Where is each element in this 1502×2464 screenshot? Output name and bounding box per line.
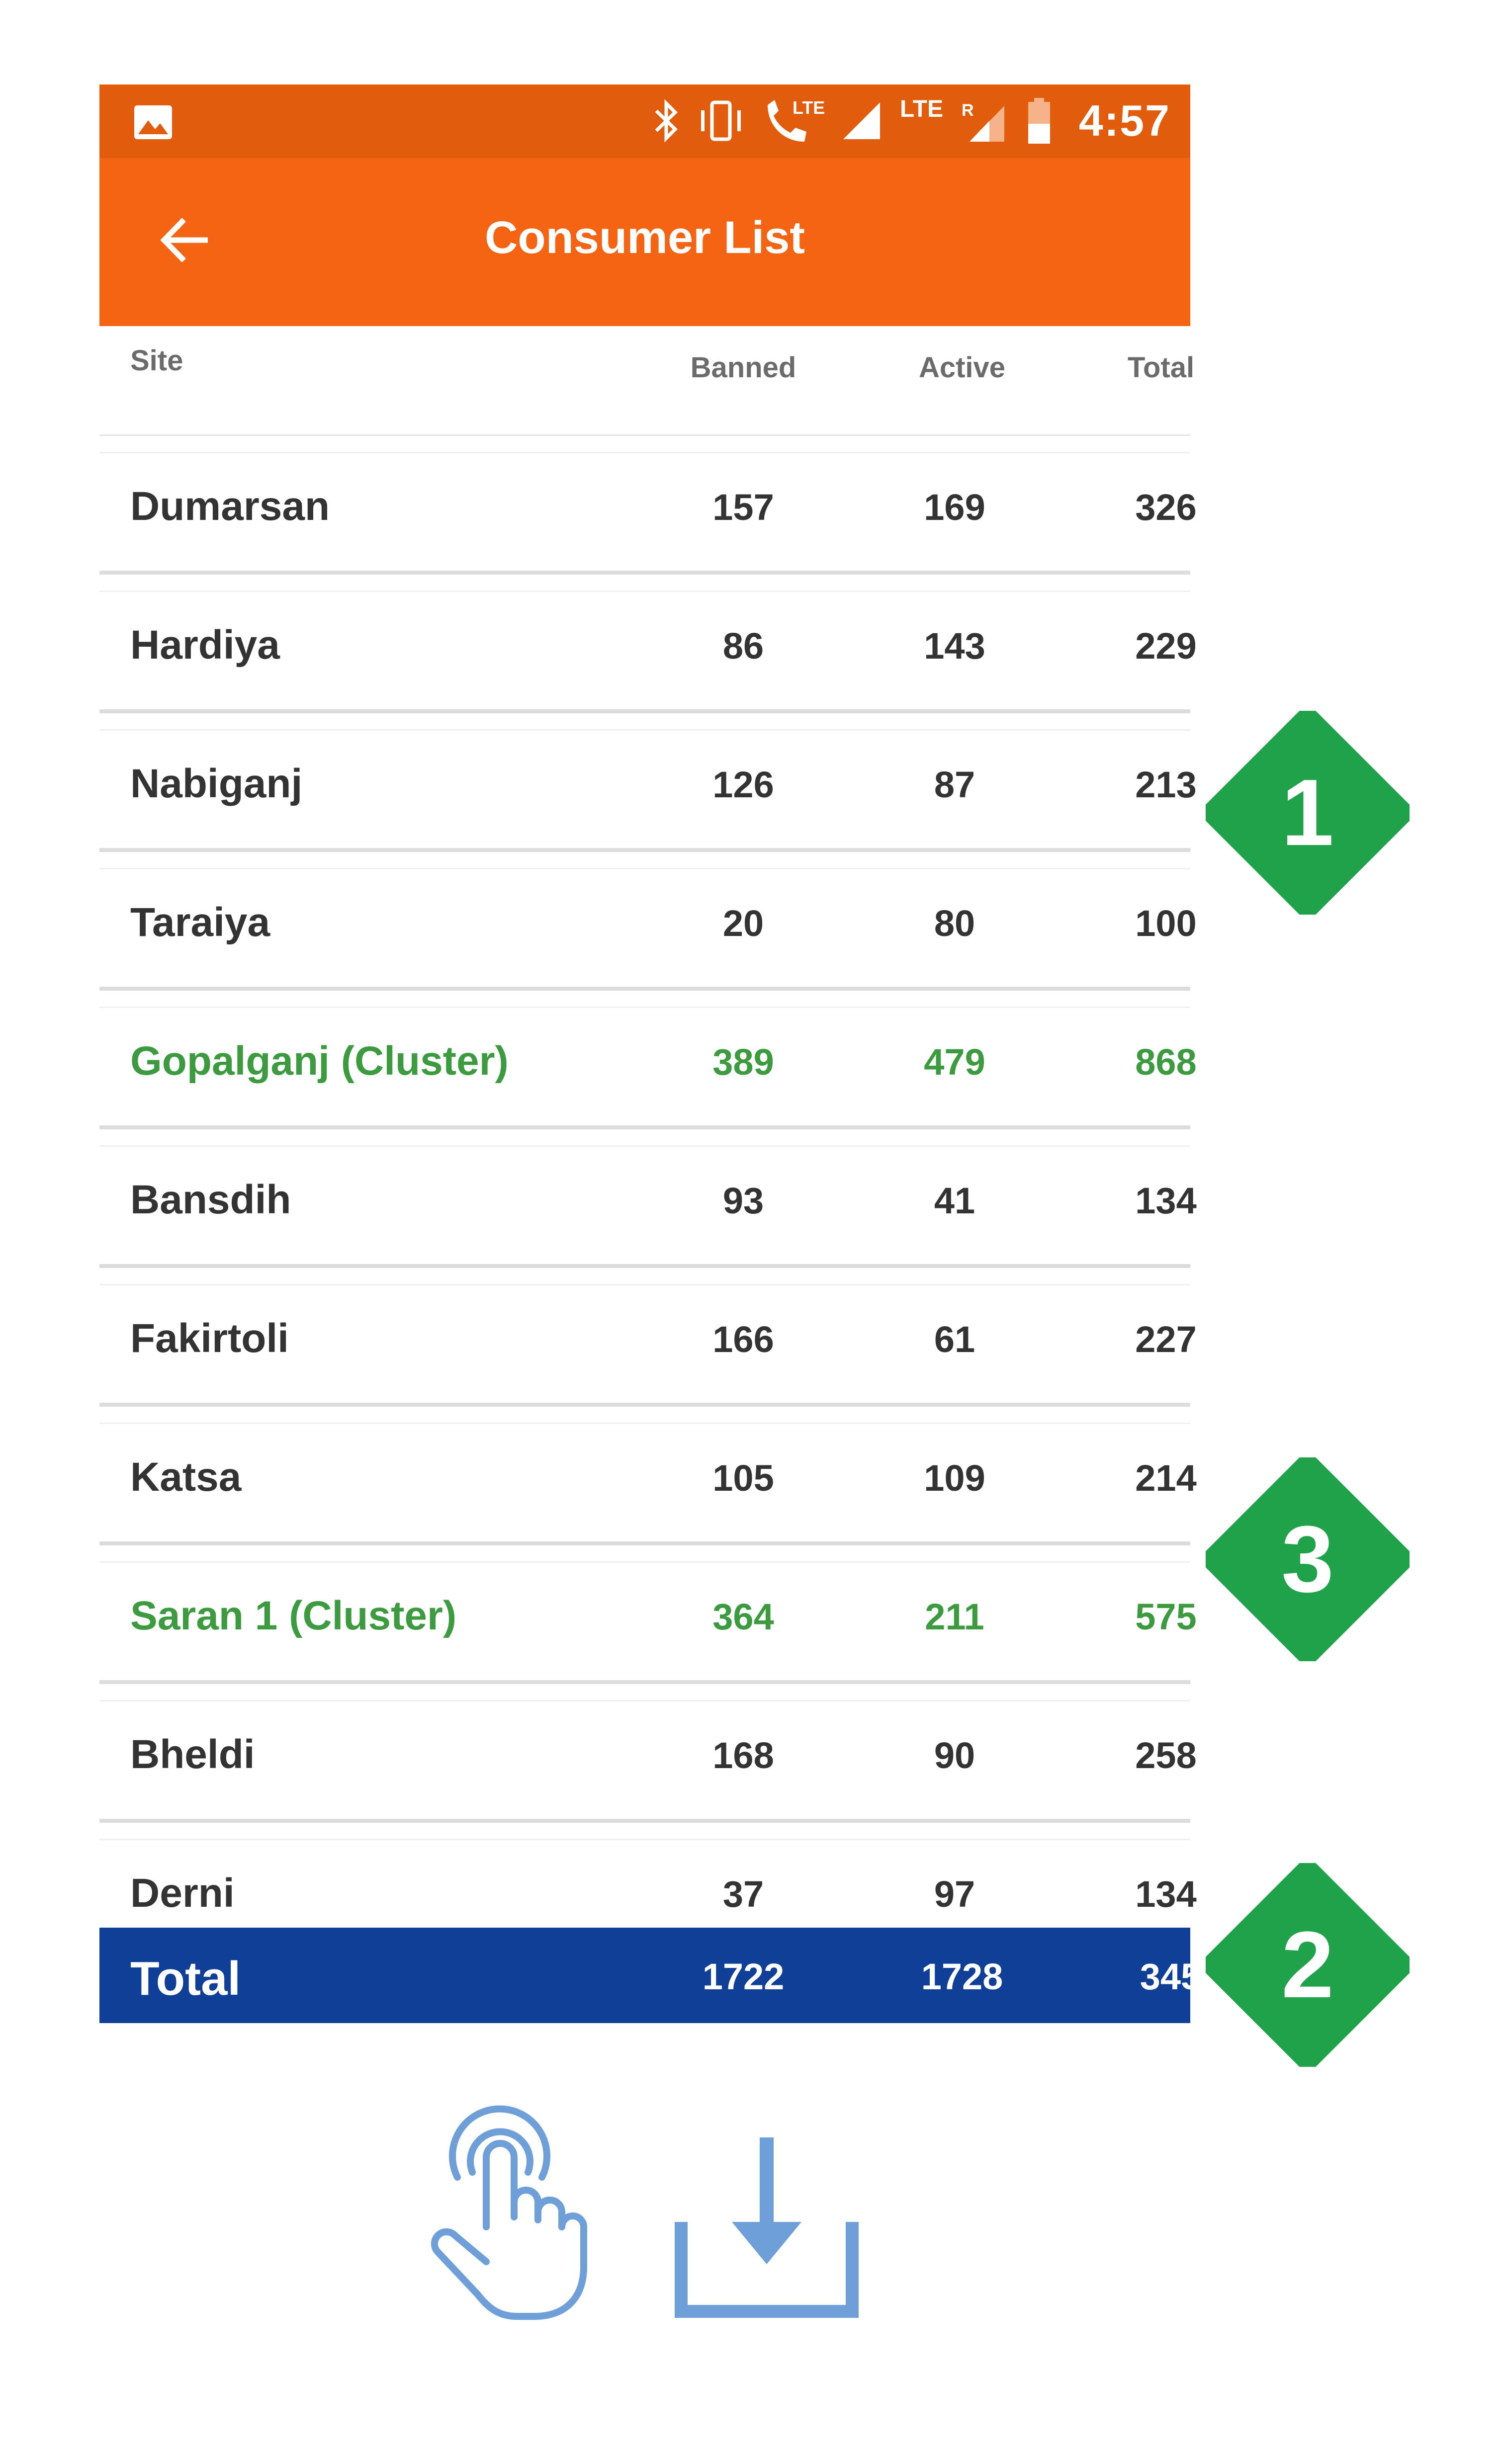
active-count: 90 [934,1735,975,1776]
signal-icon [843,102,880,139]
badge-number: 2 [1281,1912,1334,2018]
active-count: 87 [934,764,975,805]
site-name: Hardiya [130,622,280,668]
table-row[interactable]: Nabiganj 126 87 213 [99,729,1197,852]
banned-count: 168 [712,1735,774,1776]
table-row[interactable]: Katsa 105 109 214 [99,1423,1197,1545]
banned-count: 20 [722,903,764,944]
table-row[interactable]: Bheldi 168 90 258 [99,1700,1197,1823]
total-active: 1728 [921,1956,1003,1997]
site-name: Gopalganj (Cluster) [130,1038,509,1084]
active-count: 41 [934,1180,975,1221]
banned-count: 126 [712,764,774,805]
lte-signal-icon: LTE R [900,96,1004,142]
banned-count: 364 [712,1596,774,1637]
site-name: Bansdih [130,1177,291,1222]
lte-label-2: LTE [900,96,943,122]
status-icons: LTE LTE R 4:57 [651,93,1170,148]
total-count: 258 [1135,1735,1197,1776]
page-title: Consumer List [484,212,805,263]
banned-count: 86 [722,625,764,667]
table-row[interactable]: Dumarsan 157 169 326 [99,452,1197,575]
site-name: Derni [130,1870,235,1916]
site-name: Taraiya [130,900,270,945]
banned-count: 93 [722,1180,764,1221]
active-count: 61 [934,1319,975,1360]
column-header-total: Total [1127,351,1195,384]
site-name: Nabiganj [130,761,303,806]
banned-count: 37 [722,1873,764,1915]
volte-call-icon: LTE [767,97,825,142]
callout-badge-3: 3 [1206,1457,1410,1661]
callout-badge-2: 2 [1206,1863,1410,2067]
total-count: 229 [1135,625,1197,667]
table-row[interactable]: Hardiya 86 143 229 [99,591,1197,713]
badge-number: 3 [1281,1507,1334,1612]
banned-count: 389 [712,1041,774,1083]
clock: 4:57 [1078,96,1170,145]
phone-screen: LTE LTE R 4:57 Consumer List Site Banned… [99,85,1222,2045]
active-count: 80 [934,903,975,944]
app-bar: Consumer List [99,158,1190,326]
total-banned: 1722 [702,1956,785,1997]
site-name: Fakirtoli [130,1316,289,1361]
active-count: 211 [925,1596,984,1637]
cluster-row[interactable]: Gopalganj (Cluster) 389 479 868 [99,1007,1197,1129]
active-count: 109 [924,1457,985,1499]
status-bar: LTE LTE R 4:57 [99,85,1190,158]
total-row: Total 1722 1728 3450 [99,1928,1222,2023]
column-header-active: Active [918,351,1006,384]
site-name: Saran 1 (Cluster) [130,1593,457,1638]
active-count: 97 [934,1873,975,1915]
active-count: 143 [924,625,985,667]
table-row[interactable]: Taraiya 20 80 100 [99,868,1197,991]
vibrate-icon [701,100,741,141]
lte-label-1: LTE [793,97,825,118]
callout-badge-1: 1 [1206,711,1410,915]
banned-count: 105 [712,1457,774,1499]
tap-gesture-icon [431,2105,587,2320]
site-name: Dumarsan [130,484,330,529]
column-header-site: Site [130,344,183,377]
bluetooth-icon [655,99,678,143]
total-count: 326 [1135,487,1197,528]
total-label: Total [130,1952,241,2005]
active-count: 169 [924,487,985,528]
table-row[interactable]: Bansdih 93 41 134 [99,1145,1197,1268]
cluster-row[interactable]: Saran 1 (Cluster) 364 211 575 [99,1561,1197,1684]
column-header-banned: Banned [690,351,796,384]
roaming-label: R [962,101,974,120]
table-header: Site Banned Active Total [99,326,1194,436]
site-name: Katsa [130,1454,242,1500]
battery-icon [1028,98,1050,144]
consumer-table: Site Banned Active Total Dumarsan 157 16… [99,326,1197,1961]
download-icon[interactable] [672,2137,861,2321]
banned-count: 166 [712,1319,774,1360]
total-count: 227 [1135,1319,1197,1360]
image-icon [134,105,172,139]
total-count: 134 [1135,1180,1197,1221]
total-count: 868 [1135,1041,1197,1083]
badge-number: 1 [1281,760,1334,865]
banned-count: 157 [712,487,774,528]
site-name: Bheldi [130,1732,255,1777]
active-count: 479 [924,1041,985,1083]
table-row[interactable]: Fakirtoli 166 61 227 [99,1284,1197,1407]
